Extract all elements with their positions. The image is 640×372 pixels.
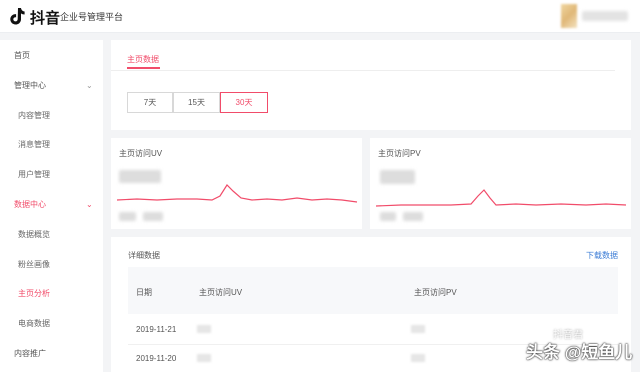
- sidebar-item-label: 用户管理: [18, 170, 50, 179]
- sidebar-item-label: 内容推广: [14, 349, 46, 358]
- row-date: 2019-11-21: [136, 325, 177, 334]
- sidebar-item-label: 消息管理: [18, 140, 50, 149]
- column-header-pv[interactable]: 主页访问PV: [414, 287, 457, 298]
- uv-footer-blurred: [143, 212, 163, 221]
- sidebar-item-label: 数据中心: [14, 200, 46, 209]
- range-15-days-button[interactable]: 15天: [173, 92, 220, 113]
- row-uv-blurred: [197, 354, 211, 362]
- range-7-days-button[interactable]: 7天: [127, 92, 173, 113]
- sidebar-item-ecommerce-data[interactable]: 电商数据: [0, 313, 103, 335]
- homepage-data-panel: 主页数据 7天 15天 30天: [111, 40, 631, 130]
- detail-data-title: 详细数据: [128, 251, 160, 260]
- uv-card-title: 主页访问UV: [119, 149, 163, 158]
- douyin-logo-icon[interactable]: [7, 6, 27, 26]
- sidebar-item-content-promotion[interactable]: 内容推广: [0, 343, 103, 365]
- sidebar-item-label: 数据概览: [18, 230, 50, 239]
- sidebar-item-user-management[interactable]: 用户管理: [0, 164, 103, 186]
- column-header-uv[interactable]: 主页访问UV: [199, 287, 242, 298]
- chevron-down-icon: ⌄: [86, 81, 93, 90]
- sidebar-item-label: 电商数据: [18, 319, 50, 328]
- divider: [111, 70, 615, 71]
- avatar[interactable]: [561, 4, 577, 28]
- row-pv-blurred: [411, 325, 425, 333]
- top-bar: 抖音 企业号管理平台: [0, 0, 640, 33]
- download-data-link[interactable]: 下载数据: [586, 250, 618, 261]
- active-tab-indicator: [127, 67, 160, 69]
- uv-trend-line: [117, 184, 358, 203]
- sidebar-group-data-center[interactable]: 数据中心 ⌄: [0, 194, 103, 216]
- sidebar-item-label: 粉丝画像: [18, 260, 50, 269]
- pv-trend-line: [376, 189, 627, 207]
- sidebar-item-home[interactable]: 首页: [0, 45, 103, 67]
- sidebar-item-label: 首页: [14, 51, 30, 60]
- sidebar: 首页 管理中心 ⌄ 内容管理 消息管理 用户管理 数据中心 ⌄ 数据概览 粉丝画像 …: [0, 40, 103, 372]
- sidebar-item-data-overview[interactable]: 数据概览: [0, 224, 103, 246]
- table-header: 日期 主页访问UV 主页访问PV: [128, 267, 618, 314]
- sidebar-item-fan-profile[interactable]: 粉丝画像: [0, 254, 103, 276]
- sidebar-item-label: 管理中心: [14, 81, 46, 90]
- pv-stat-card: 主页访问PV: [370, 138, 631, 229]
- account-name-blurred[interactable]: [582, 11, 628, 21]
- sidebar-item-content-management[interactable]: 内容管理: [0, 105, 103, 127]
- chevron-down-icon: ⌄: [86, 200, 93, 209]
- pv-card-title: 主页访问PV: [378, 149, 421, 158]
- source-watermark: 头条 @短鱼儿: [526, 343, 633, 362]
- uv-footer-blurred: [119, 212, 136, 221]
- row-uv-blurred: [197, 325, 211, 333]
- sidebar-item-homepage-analysis[interactable]: 主页分析: [0, 283, 103, 305]
- range-30-days-button[interactable]: 30天: [220, 92, 268, 113]
- pv-footer-blurred: [403, 212, 423, 221]
- sidebar-item-label: 内容管理: [18, 111, 50, 120]
- sidebar-item-message-management[interactable]: 消息管理: [0, 134, 103, 156]
- platform-subtitle: 企业号管理平台: [60, 12, 124, 22]
- sidebar-item-label: 主页分析: [18, 289, 50, 298]
- tab-homepage-data[interactable]: 主页数据: [127, 54, 159, 65]
- sidebar-group-management[interactable]: 管理中心 ⌄: [0, 75, 103, 97]
- brand-name: 抖音: [30, 10, 61, 27]
- row-date: 2019-11-20: [136, 354, 177, 363]
- pv-footer-blurred: [380, 212, 396, 221]
- row-pv-blurred: [411, 354, 425, 362]
- column-header-date[interactable]: 日期: [136, 287, 152, 298]
- uv-stat-card: 主页访问UV: [111, 138, 362, 229]
